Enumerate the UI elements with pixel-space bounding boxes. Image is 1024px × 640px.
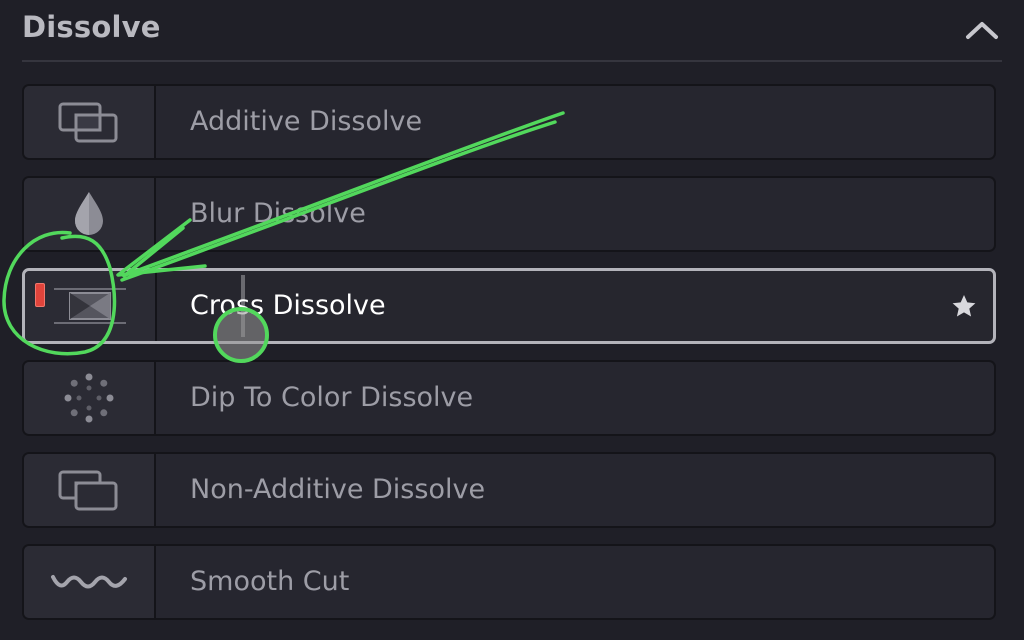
transition-label: Smooth Cut <box>190 566 350 597</box>
drag-marker <box>35 283 45 307</box>
transition-item-cross-dissolve[interactable]: Cross Dissolve <box>22 268 996 344</box>
cross-dissolve-icon <box>54 288 126 324</box>
transition-item-non-additive-dissolve[interactable]: Non-Additive Dissolve <box>22 452 996 528</box>
transition-thumbnail <box>24 362 156 434</box>
transition-item-dip-to-color-dissolve[interactable]: Dip To Color Dissolve <box>22 360 996 436</box>
transition-label: Additive Dissolve <box>190 106 423 137</box>
overlapping-rectangles-icon <box>58 470 118 511</box>
effects-panel: Dissolve Additive Dissolve Blur Dissolve… <box>0 0 1024 640</box>
section-header: Dissolve <box>22 0 1002 62</box>
transition-thumbnail <box>24 86 156 158</box>
transition-label: Dip To Color Dissolve <box>190 382 474 413</box>
transition-item-additive-dissolve[interactable]: Additive Dissolve <box>22 84 996 160</box>
chevron-up-icon <box>966 22 998 39</box>
dotted-circle-icon <box>64 373 114 423</box>
droplet-icon <box>75 192 103 235</box>
transition-label: Blur Dissolve <box>190 198 366 229</box>
section-title: Dissolve <box>22 10 161 44</box>
transition-thumbnail <box>24 454 156 526</box>
transition-thumbnail <box>24 178 156 250</box>
transition-list: Additive Dissolve Blur Dissolve Cross Di… <box>22 84 996 636</box>
transition-thumbnail <box>24 546 156 618</box>
wave-icon <box>51 575 127 589</box>
favorite-button[interactable] <box>949 291 979 321</box>
transition-label: Cross Dissolve <box>190 290 386 321</box>
transition-item-smooth-cut[interactable]: Smooth Cut <box>22 544 996 620</box>
star-icon <box>952 295 976 317</box>
transition-label: Non-Additive Dissolve <box>190 474 486 505</box>
transition-thumbnail <box>25 271 157 341</box>
collapse-button[interactable] <box>962 10 1002 50</box>
overlapping-rectangles-icon <box>58 102 118 143</box>
transition-item-blur-dissolve[interactable]: Blur Dissolve <box>22 176 996 252</box>
